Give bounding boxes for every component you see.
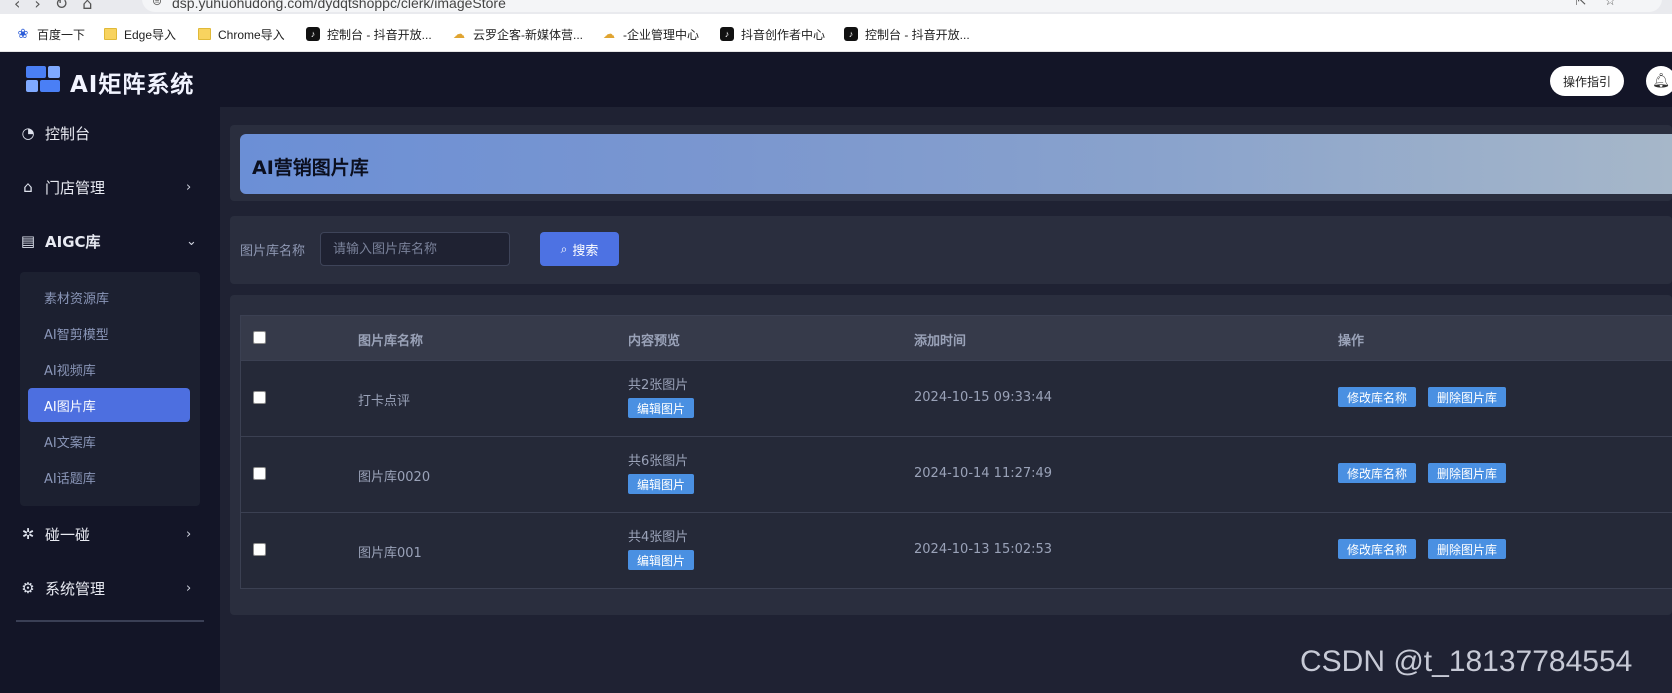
- column-header-name: 图片库名称: [358, 334, 424, 349]
- column-header-preview: 内容预览: [628, 334, 681, 349]
- browser-nav-icons[interactable]: ‹›↻⌂: [14, 0, 106, 13]
- site-info-icon[interactable]: ⊜: [152, 0, 162, 8]
- delete-library-button[interactable]: 删除图片库: [1428, 539, 1507, 559]
- table-row: 图片库001 共4张图片 编辑图片 2024-10-13 15:02:53 修改…: [241, 512, 1672, 588]
- row-checkbox[interactable]: [253, 391, 266, 404]
- bookmark-item[interactable]: ♪ 控制台 - 抖音开放...: [306, 25, 432, 43]
- sub-item-ai-image[interactable]: AI图片库: [28, 388, 190, 422]
- page-title: AI营销图片库: [252, 157, 369, 179]
- url-text[interactable]: dsp.yuhuohudong.com/dydqtshoppc/clerk/im…: [172, 0, 506, 11]
- bookmark-item[interactable]: ♪ 抖音创作者中心: [720, 25, 825, 43]
- sub-item-ai-video[interactable]: AI视频库: [28, 352, 190, 386]
- chevron-down-icon: ⌄: [186, 233, 197, 249]
- search-input[interactable]: [320, 232, 510, 266]
- folder-icon: [104, 28, 117, 40]
- bookmark-item[interactable]: ❀ 百度一下: [16, 25, 85, 43]
- added-time: 2024-10-15 09:33:44: [914, 390, 1053, 405]
- tiktok-icon: ♪: [306, 27, 320, 41]
- dashboard-icon: ◔: [21, 124, 35, 142]
- bookmarks-bar: ❀ 百度一下 Edge导入 Chrome导入 ♪ 控制台 - 抖音开放... ☁…: [0, 14, 1672, 52]
- table-row: 打卡点评 共2张图片 编辑图片 2024-10-15 09:33:44 修改库名…: [241, 360, 1672, 436]
- sub-item-material[interactable]: 素材资源库: [28, 280, 190, 314]
- tap-icon: ✲: [21, 525, 35, 543]
- bookmark-item[interactable]: Edge导入: [104, 25, 176, 43]
- main-content: AI营销图片库 图片库名称 ⌕ 搜索 图片库名称 内容预览 添加时间 操作 打卡…: [220, 107, 1672, 693]
- delete-library-button[interactable]: 删除图片库: [1428, 387, 1507, 407]
- notification-bell-icon[interactable]: 🔔︎: [1646, 66, 1672, 96]
- column-header-actions: 操作: [1338, 334, 1365, 349]
- added-time: 2024-10-13 15:02:53: [914, 542, 1053, 557]
- search-panel: 图片库名称 ⌕ 搜索: [230, 216, 1672, 284]
- edit-images-button[interactable]: 编辑图片: [628, 398, 695, 418]
- search-icon: ⌕: [560, 241, 568, 256]
- sidebar-item-store[interactable]: ⌂ 门店管理 ›: [0, 165, 220, 209]
- sub-item-ai-clip-model[interactable]: AI智剪模型: [28, 316, 190, 350]
- edit-images-button[interactable]: 编辑图片: [628, 474, 695, 494]
- bookmark-item[interactable]: ☁ -企业管理中心: [602, 25, 699, 43]
- guide-button[interactable]: 操作指引: [1550, 66, 1624, 96]
- bookmark-item[interactable]: Chrome导入: [198, 25, 285, 43]
- chevron-right-icon: ›: [186, 179, 192, 195]
- sidebar-divider: [16, 620, 204, 622]
- cloud-icon: ☁: [453, 27, 465, 41]
- tiktok-icon: ♪: [720, 27, 734, 41]
- delete-library-button[interactable]: 删除图片库: [1428, 463, 1507, 483]
- sidebar-item-aigc[interactable]: ▤ AIGC库 ⌄: [0, 219, 220, 263]
- store-icon: ⌂: [23, 178, 33, 196]
- sidebar-item-tap[interactable]: ✲ 碰一碰 ›: [0, 512, 220, 556]
- chevron-right-icon: ›: [186, 580, 192, 596]
- table-header: 图片库名称 内容预览 添加时间 操作: [241, 316, 1672, 360]
- library-name: 打卡点评: [358, 394, 411, 409]
- aigc-submenu: 素材资源库 AI智剪模型 AI视频库 AI图片库 AI文案库 AI话题库: [20, 272, 200, 506]
- row-checkbox[interactable]: [253, 543, 266, 556]
- image-count: 共6张图片: [628, 454, 689, 469]
- folder-icon: [198, 28, 211, 40]
- share-star-icons[interactable]: ⇱☆: [1575, 0, 1634, 9]
- image-count: 共2张图片: [628, 378, 689, 393]
- baidu-paw-icon: ❀: [17, 26, 29, 41]
- app-logo-icon: [26, 66, 60, 92]
- sub-item-ai-copy[interactable]: AI文案库: [28, 424, 190, 458]
- rename-library-button[interactable]: 修改库名称: [1338, 463, 1417, 483]
- image-count: 共4张图片: [628, 530, 689, 545]
- table-panel: 图片库名称 内容预览 添加时间 操作 打卡点评 共2张图片 编辑图片 2024-…: [230, 295, 1672, 615]
- added-time: 2024-10-14 11:27:49: [914, 466, 1053, 481]
- image-library-table: 图片库名称 内容预览 添加时间 操作 打卡点评 共2张图片 编辑图片 2024-…: [240, 315, 1672, 589]
- sidebar-item-system[interactable]: ⚙ 系统管理 ›: [0, 566, 220, 610]
- app-title: AI矩阵系统: [70, 72, 195, 98]
- printer-icon: ▤: [20, 232, 36, 250]
- row-checkbox[interactable]: [253, 467, 266, 480]
- page-banner: AI营销图片库: [240, 134, 1672, 194]
- chevron-right-icon: ›: [186, 526, 192, 542]
- library-name: 图片库0020: [358, 470, 431, 485]
- library-name: 图片库001: [358, 546, 422, 561]
- rename-library-button[interactable]: 修改库名称: [1338, 539, 1417, 559]
- table-row: 图片库0020 共6张图片 编辑图片 2024-10-14 11:27:49 修…: [241, 436, 1672, 512]
- tiktok-icon: ♪: [844, 27, 858, 41]
- bookmark-item[interactable]: ☁ 云罗企客-新媒体营...: [452, 25, 583, 43]
- sidebar: ◔ 控制台 ⌂ 门店管理 › ▤ AIGC库 ⌄ 素材资源库 AI智剪模型 AI…: [0, 107, 220, 693]
- browser-toolbar: ‹›↻⌂ ⊜ dsp.yuhuohudong.com/dydqtshoppc/c…: [0, 0, 1672, 14]
- column-header-time: 添加时间: [914, 334, 967, 349]
- search-label: 图片库名称: [240, 244, 306, 259]
- gear-icon: ⚙: [21, 579, 35, 597]
- cloud-icon: ☁: [603, 27, 615, 41]
- rename-library-button[interactable]: 修改库名称: [1338, 387, 1417, 407]
- select-all-checkbox[interactable]: [253, 331, 266, 344]
- sidebar-item-dashboard[interactable]: ◔ 控制台: [0, 111, 220, 155]
- edit-images-button[interactable]: 编辑图片: [628, 550, 695, 570]
- search-button[interactable]: ⌕ 搜索: [540, 232, 619, 266]
- sub-item-ai-topic[interactable]: AI话题库: [28, 460, 190, 494]
- page-banner-card: AI营销图片库: [230, 125, 1672, 201]
- csdn-watermark: CSDN @t_18137784554: [1300, 645, 1633, 678]
- bookmark-item[interactable]: ♪ 控制台 - 抖音开放...: [844, 25, 970, 43]
- app-header: AI矩阵系统 操作指引 🔔︎: [0, 52, 1672, 107]
